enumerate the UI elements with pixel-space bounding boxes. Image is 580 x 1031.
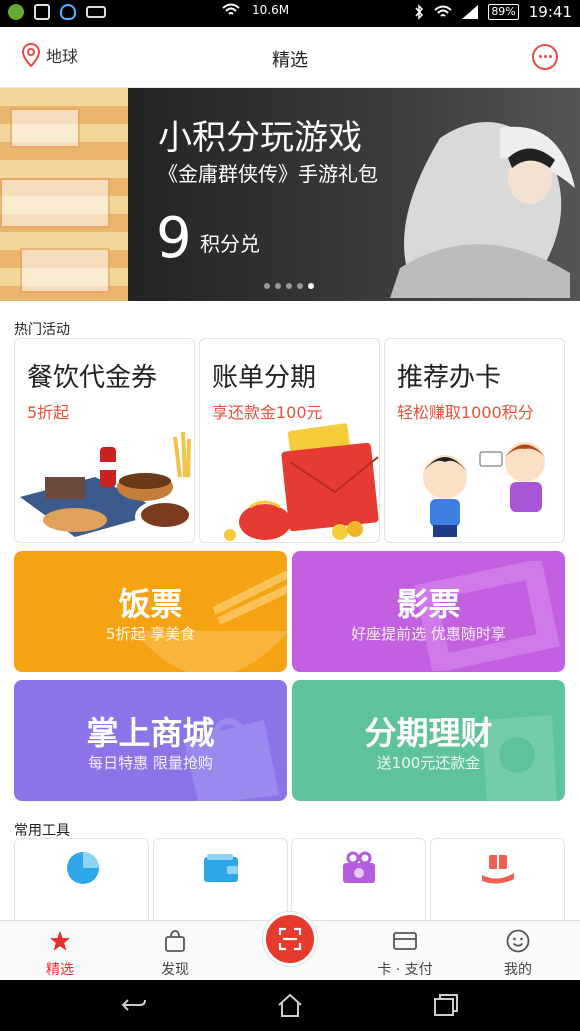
tab-label: 发现	[161, 962, 189, 978]
clock: 19:41	[528, 3, 572, 21]
star-icon	[50, 931, 70, 951]
system-nav-bar	[0, 980, 580, 1031]
tile-movie-ticket[interactable]: 影票 好座提前选 优惠随时享	[292, 551, 565, 672]
tool-card-chart[interactable]	[14, 838, 149, 928]
tab-label: 精选	[46, 962, 74, 978]
bluetooth-icon	[415, 4, 424, 20]
food-image	[20, 431, 194, 537]
wifi-icon	[222, 3, 240, 15]
tool-card-gift-hand[interactable]	[430, 838, 565, 928]
tile-subtitle: 每日特惠 限量抢购	[88, 754, 213, 772]
banner-subtitle: 《金庸群侠传》手游礼包	[158, 162, 378, 186]
network-speed: 10.6M	[252, 3, 290, 17]
cartoon-people-image	[423, 442, 545, 537]
hot-card-dining[interactable]: 餐饮代金券 5折起	[14, 338, 195, 543]
page-dot-active	[308, 283, 314, 289]
wallet-icon	[204, 854, 238, 882]
hot-card-title: 推荐办卡	[397, 363, 502, 393]
tab-featured[interactable]: 精选	[20, 921, 100, 981]
gift-box-shape	[20, 248, 110, 293]
phone-notification-icon	[34, 4, 50, 20]
page-dot	[275, 283, 281, 289]
banner-points-unit: 积分兑	[200, 232, 260, 256]
page-dot	[297, 283, 303, 289]
scan-icon	[278, 927, 302, 951]
tile-subtitle: 好座提前选 优惠随时享	[351, 625, 506, 643]
hot-card-title: 餐饮代金券	[27, 363, 158, 393]
tile-meal-ticket[interactable]: 饭票 5折起 享美食	[14, 551, 287, 672]
banner-title: 小积分玩游戏	[158, 118, 362, 158]
game-character-image	[390, 122, 575, 298]
card-icon	[393, 932, 417, 950]
gift-box-shape	[10, 108, 80, 148]
tile-title: 饭票	[118, 585, 183, 623]
tab-label: 卡 · 支付	[377, 962, 433, 978]
shopping-bag-icon	[165, 930, 185, 952]
status-bar: 10.6M 89% 19:41	[0, 0, 580, 27]
tab-card-payment[interactable]: 卡 · 支付	[365, 921, 445, 981]
battery-indicator: 89%	[488, 4, 519, 20]
tool-card-gift[interactable]	[291, 838, 426, 928]
page-dot	[264, 283, 270, 289]
tab-discover[interactable]: 发现	[135, 921, 215, 981]
status-right: 89% 19:41	[414, 3, 572, 21]
gift-hand-icon	[482, 855, 514, 884]
status-left-icons	[8, 4, 106, 20]
hot-section-title: 热门活动	[14, 322, 70, 338]
message-button[interactable]	[532, 44, 558, 70]
hot-card-installment[interactable]: 账单分期 享还款金100元	[199, 338, 380, 543]
page-title: 精选	[272, 50, 308, 71]
gift-boxes-image	[0, 88, 128, 301]
hot-card-recommend[interactable]: 推荐办卡 轻松赚取1000积分	[384, 338, 565, 543]
image-notification-icon	[86, 6, 106, 18]
message-dot	[544, 55, 547, 58]
banner-points-number: 9	[156, 206, 192, 271]
pie-chart-icon	[67, 852, 99, 884]
tile-mobile-mall[interactable]: 掌上商城 每日特惠 限量抢购	[14, 680, 287, 801]
home-icon[interactable]	[276, 992, 304, 1018]
status-center: 10.6M	[222, 3, 289, 17]
tool-card-wallet[interactable]	[153, 838, 288, 928]
gift-box-shape	[0, 178, 110, 228]
page-dot	[286, 283, 292, 289]
red-envelope-image	[224, 423, 379, 541]
message-dot	[549, 55, 552, 58]
tile-title: 掌上商城	[86, 714, 215, 752]
hot-card-title: 账单分期	[212, 363, 317, 393]
tab-label: 我的	[504, 962, 532, 978]
message-dot	[539, 55, 542, 58]
scan-button[interactable]	[263, 912, 317, 966]
qq-icon	[60, 4, 76, 20]
cell-signal-icon	[462, 5, 479, 19]
tools-section-title: 常用工具	[14, 823, 70, 839]
smiley-icon	[506, 929, 530, 953]
back-icon[interactable]	[120, 992, 148, 1018]
tile-wealth-management[interactable]: 分期理财 送100元还款金	[292, 680, 565, 801]
wifi-signal-icon	[434, 5, 452, 17]
app-notification-icon	[8, 4, 24, 20]
recent-apps-icon[interactable]	[432, 992, 460, 1018]
tab-mine[interactable]: 我的	[478, 921, 558, 981]
banner-pagination	[264, 283, 314, 289]
tile-title: 分期理财	[364, 714, 493, 752]
tile-subtitle: 送100元还款金	[376, 754, 481, 772]
tile-subtitle: 5折起 享美食	[105, 625, 196, 643]
gift-box-icon	[343, 851, 375, 883]
promo-banner[interactable]: 小积分玩游戏 《金庸群侠传》手游礼包 9 积分兑	[0, 88, 580, 301]
tile-title: 影票	[396, 585, 461, 623]
top-header: 地球 精选	[0, 27, 580, 88]
